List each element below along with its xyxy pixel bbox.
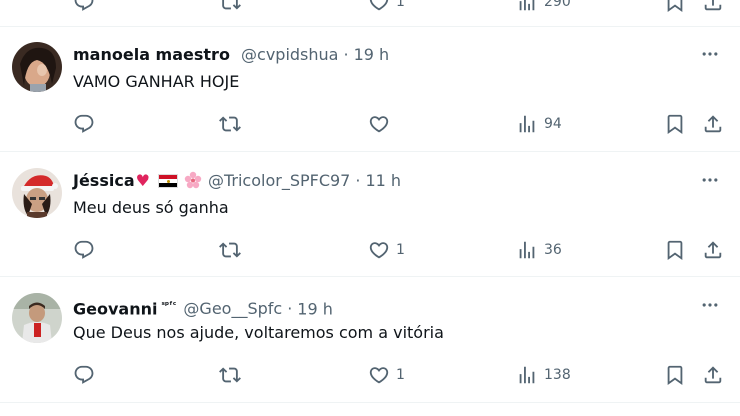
separator-dot: · (355, 171, 361, 190)
bookmark-button[interactable] (664, 236, 686, 264)
reply-item[interactable]: manoela maestro @cvpidshua · 19 h VAMO GAN… (0, 26, 740, 152)
cherry-blossom-emoji (184, 171, 202, 189)
share-upload-icon (702, 364, 724, 386)
speech-bubble-icon (73, 0, 95, 13)
retweet-button[interactable] (219, 0, 241, 16)
user-handle[interactable]: @Tricolor_SPFC97 (208, 171, 350, 190)
bookmark-button[interactable] (664, 361, 686, 389)
timestamp[interactable]: 11 h (365, 171, 401, 190)
avatar[interactable] (12, 293, 62, 343)
red-heart-emoji: ♥ (135, 171, 150, 190)
action-bar: 1 36 (0, 236, 740, 264)
avatar[interactable] (12, 168, 62, 218)
retweet-arrows-icon (219, 113, 241, 135)
separator-dot: · (343, 45, 349, 64)
views-button[interactable]: 36 (516, 236, 562, 264)
three-dots-icon (700, 295, 720, 315)
retweet-button[interactable] (219, 110, 241, 138)
views-button[interactable]: 94 (516, 110, 562, 138)
heart-outline-icon (368, 0, 390, 13)
like-count: 1 (396, 367, 405, 383)
retweet-arrows-icon (219, 364, 241, 386)
share-upload-icon (702, 113, 724, 135)
share-button[interactable] (702, 236, 724, 264)
more-options-button[interactable] (698, 168, 722, 192)
reply-button[interactable] (73, 361, 95, 389)
bookmark-icon (664, 364, 686, 386)
user-handle[interactable]: @Geo__Spfc (183, 299, 282, 318)
user-handle[interactable]: @cvpidshua (241, 45, 338, 64)
like-count: 1 (396, 242, 405, 258)
like-button[interactable] (368, 110, 396, 138)
reply-button[interactable] (73, 0, 95, 16)
egypt-flag-emoji (157, 174, 178, 188)
share-upload-icon (702, 0, 724, 13)
speech-bubble-icon (73, 239, 95, 261)
display-name[interactable]: manoela maestro (73, 45, 230, 64)
three-dots-icon (700, 44, 720, 64)
reply-item[interactable]: Geovanni ˢᵖᶠᶜ @Geo__Spfc · 19 h Que Deus no… (0, 277, 740, 403)
timestamp[interactable]: 19 h (297, 299, 333, 318)
heart-outline-icon (368, 113, 390, 135)
bookmark-icon (664, 0, 686, 13)
like-button[interactable]: 1 (368, 0, 405, 16)
bookmark-icon (664, 239, 686, 261)
views-button[interactable]: 138 (516, 361, 571, 389)
display-name[interactable]: Jéssica (73, 171, 135, 190)
reply-text: VAMO GANHAR HOJE (73, 72, 240, 91)
reply-header: Geovanni ˢᵖᶠᶜ @Geo__Spfc · 19 h (73, 294, 680, 318)
action-bar: 1 138 (0, 361, 740, 389)
reply-text: Que Deus nos ajude, voltaremos com a vit… (73, 323, 444, 342)
views-count: 290 (544, 0, 571, 10)
heart-outline-icon (368, 364, 390, 386)
like-button[interactable]: 1 (368, 361, 405, 389)
bookmark-button[interactable] (664, 110, 686, 138)
bar-chart-icon (516, 239, 538, 261)
name-suffix: ˢᵖᶠᶜ (161, 301, 177, 311)
action-bar: 94 (0, 110, 740, 138)
bookmark-button[interactable] (664, 0, 686, 16)
avatar[interactable] (12, 42, 62, 92)
views-button[interactable]: 290 (516, 0, 571, 16)
like-button[interactable]: 1 (368, 236, 405, 264)
bar-chart-icon (516, 364, 538, 386)
timestamp[interactable]: 19 h (354, 45, 390, 64)
more-options-button[interactable] (698, 42, 722, 66)
three-dots-icon (700, 170, 720, 190)
share-upload-icon (702, 239, 724, 261)
heart-outline-icon (368, 239, 390, 261)
more-options-button[interactable] (698, 293, 722, 317)
views-count: 94 (544, 116, 562, 132)
reply-button[interactable] (73, 236, 95, 264)
like-count: 1 (396, 0, 405, 10)
retweet-button[interactable] (219, 236, 241, 264)
reply-item[interactable]: Jéssica♥ @Tricolor_SPFC97 · 11 h Meu deus s… (0, 152, 740, 277)
share-button[interactable] (702, 361, 724, 389)
display-name[interactable]: Geovanni (73, 299, 157, 318)
reply-text: Meu deus só ganha (73, 198, 229, 217)
reply-header: Jéssica♥ @Tricolor_SPFC97 · 11 h (73, 169, 680, 193)
bar-chart-icon (516, 0, 538, 13)
retweet-arrows-icon (219, 239, 241, 261)
views-count: 138 (544, 367, 571, 383)
speech-bubble-icon (73, 364, 95, 386)
bar-chart-icon (516, 113, 538, 135)
reply-partial-top: 1 290 (0, 0, 740, 27)
retweet-arrows-icon (219, 0, 241, 13)
reply-button[interactable] (73, 110, 95, 138)
replies-feed: 1 290 manoela maestro @cvpidshua · 19 h … (0, 0, 740, 416)
speech-bubble-icon (73, 113, 95, 135)
share-button[interactable] (702, 110, 724, 138)
views-count: 36 (544, 242, 562, 258)
share-button[interactable] (702, 0, 724, 16)
separator-dot: · (287, 299, 293, 319)
bookmark-icon (664, 113, 686, 135)
reply-header: manoela maestro @cvpidshua · 19 h (73, 43, 680, 67)
retweet-button[interactable] (219, 361, 241, 389)
